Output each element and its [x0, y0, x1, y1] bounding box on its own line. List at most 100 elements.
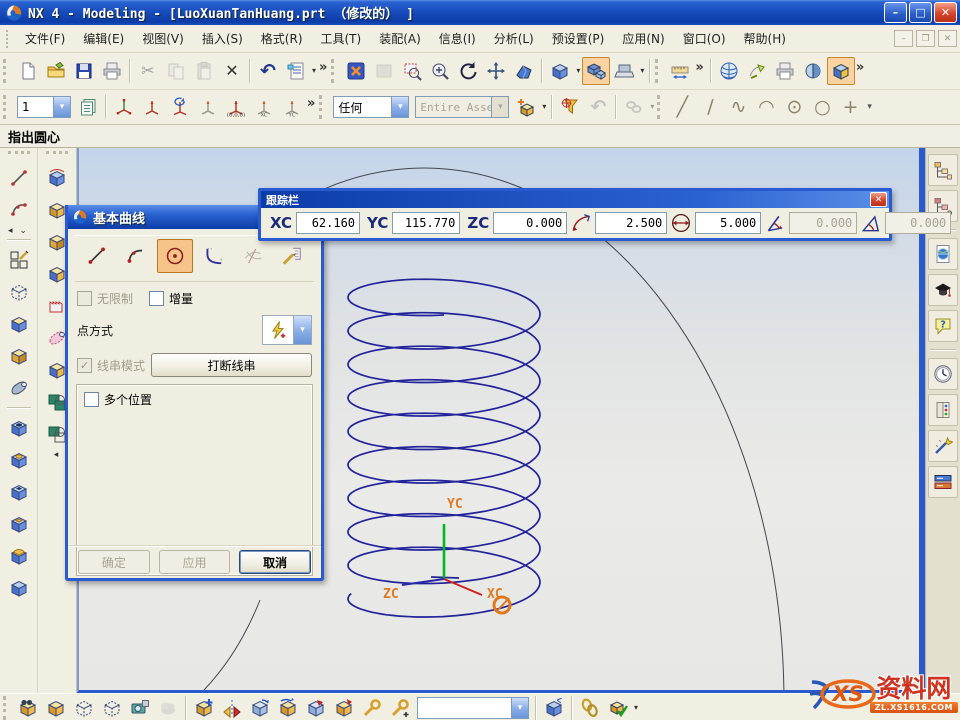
layer-settings-button[interactable] [74, 93, 102, 121]
history-tab[interactable] [928, 358, 958, 390]
cut-button[interactable]: ✂ [134, 57, 162, 85]
arc-tool-button[interactable] [4, 195, 34, 225]
section-analysis-button[interactable] [799, 57, 827, 85]
tutorials-tab[interactable] [928, 274, 958, 306]
shape-analysis-button[interactable] [715, 57, 743, 85]
toolbar-grip[interactable] [3, 95, 11, 119]
chevron-down-icon[interactable]: ▾ [391, 97, 408, 117]
dialog-fillet-tool[interactable] [196, 239, 232, 273]
menu-item-13[interactable]: 帮助(H) [735, 26, 795, 51]
point-button[interactable]: + [836, 93, 864, 121]
xc-input[interactable] [296, 212, 360, 234]
zoom-window-button[interactable] [398, 57, 426, 85]
arc-button[interactable]: ◠ [752, 93, 780, 121]
add-component-button[interactable]: ▾ [512, 93, 540, 121]
overflow-chevron-icon[interactable]: » [318, 60, 330, 83]
mate-component-button[interactable] [358, 694, 386, 720]
overflow-chevron-icon[interactable]: » [306, 96, 318, 119]
pocket-button[interactable] [4, 477, 34, 507]
layout-windows-button[interactable] [582, 57, 610, 85]
datum-plane-button[interactable] [4, 277, 34, 307]
line-tool-button[interactable] [4, 163, 34, 193]
find-component-button[interactable] [14, 694, 42, 720]
chevron-down-icon[interactable]: ▾ [491, 97, 508, 117]
mdi-close-button[interactable]: ✕ [938, 30, 957, 47]
string-mode-checkbox[interactable]: ✓ [77, 358, 92, 373]
new-button[interactable] [14, 57, 42, 85]
revolve-button[interactable] [4, 341, 34, 371]
radius-input[interactable] [595, 212, 667, 234]
wcs-rotate-button[interactable] [138, 93, 166, 121]
chevron-down-icon[interactable]: ▾ [511, 698, 528, 718]
pad-button[interactable] [4, 509, 34, 539]
assembly-navigator-tab[interactable] [928, 154, 958, 186]
perspective-button[interactable] [510, 57, 538, 85]
boss-button[interactable] [4, 445, 34, 475]
menu-item-4[interactable]: 插入(S) [193, 26, 252, 51]
diameter-input[interactable] [695, 212, 761, 234]
web-browser-tab[interactable] [928, 238, 958, 270]
dialog-trim-tool[interactable] [235, 239, 271, 273]
help-tab[interactable]: ? [928, 310, 958, 342]
wcs-set-button[interactable]: YC [278, 93, 306, 121]
menu-item-8[interactable]: 信息(I) [430, 26, 485, 51]
mdi-minimize-button[interactable]: – [894, 30, 913, 47]
visual-effects-button[interactable]: ▾ [610, 57, 638, 85]
increment-checkbox[interactable] [149, 291, 164, 306]
tracking-bar-titlebar[interactable]: 跟踪栏 ✕ [261, 191, 889, 208]
start-application-button[interactable] [827, 57, 855, 85]
collapse-arrow-icon[interactable]: ◂ [54, 450, 61, 460]
explode-assembly-button[interactable] [540, 694, 568, 720]
menu-item-6[interactable]: 工具(T) [312, 26, 371, 51]
variant-component-button[interactable] [330, 694, 358, 720]
chained-curve-button[interactable]: ▾ [620, 93, 648, 121]
wcs-display-button[interactable]: XC [250, 93, 278, 121]
dropdown-arrow-icon[interactable]: ▾ [640, 66, 644, 75]
dropdown-arrow-icon[interactable]: ▾ [634, 703, 638, 712]
maximize-button[interactable]: □ [909, 2, 932, 23]
spline-button[interactable]: ∿ [724, 93, 752, 121]
smart-mate-button[interactable] [386, 694, 414, 720]
dialog-line-tool[interactable] [79, 239, 115, 273]
overflow-chevron-icon[interactable]: » [855, 60, 867, 83]
save-button[interactable] [70, 57, 98, 85]
toolbar-grip[interactable] [657, 95, 665, 119]
move-component-button[interactable] [246, 694, 274, 720]
overflow-chevron-icon[interactable]: » [694, 60, 706, 83]
shaded-face-button[interactable] [42, 163, 72, 193]
component-preview-button[interactable] [154, 694, 182, 720]
close-button[interactable]: ✕ [934, 2, 957, 23]
delete-button[interactable]: ✕ [218, 57, 246, 85]
wcs-dynamics-button[interactable] [110, 93, 138, 121]
toolbar-grip[interactable] [3, 59, 11, 83]
arrangement-select[interactable]: ▾ [417, 697, 529, 719]
dropdown-arrow-icon[interactable]: ▾ [312, 66, 316, 75]
basic-curves-button[interactable]: ╱ [668, 93, 696, 121]
sketch-button[interactable] [4, 245, 34, 275]
wcs-origin-button[interactable]: (0,0,0) [222, 93, 250, 121]
tube-button[interactable] [4, 373, 34, 403]
dialog-arc-tool[interactable] [118, 239, 154, 273]
break-string-button[interactable]: 打断线串 [151, 353, 312, 377]
previous-selection-button[interactable]: ↶ [584, 93, 612, 121]
unbounded-checkbox[interactable] [77, 291, 92, 306]
multiple-positions-checkbox[interactable] [84, 392, 99, 407]
open-button[interactable] [42, 57, 70, 85]
undo-button[interactable]: ↶ [254, 57, 282, 85]
dropdown-arrow-icon[interactable]: ▾ [576, 66, 580, 75]
extrude-button[interactable] [4, 309, 34, 339]
roles-tab[interactable] [928, 430, 958, 462]
yc-input[interactable] [392, 212, 460, 234]
toolbar-grip[interactable] [319, 95, 327, 119]
menu-item-3[interactable]: 视图(V) [133, 26, 193, 51]
menu-item-12[interactable]: 窗口(O) [674, 26, 735, 51]
menu-item-1[interactable]: 文件(F) [16, 26, 74, 51]
menu-item-2[interactable]: 编辑(E) [74, 26, 133, 51]
circle-button[interactable]: ○ [808, 93, 836, 121]
wcs-change-button[interactable] [194, 93, 222, 121]
assembly-scope-select[interactable]: Entire Assemb▾ [415, 96, 509, 118]
cancel-button[interactable]: 取消 [239, 550, 311, 574]
menu-item-5[interactable]: 格式(R) [252, 26, 312, 51]
dialog-edit-curve-tool[interactable] [274, 239, 310, 273]
block-button[interactable] [4, 573, 34, 603]
